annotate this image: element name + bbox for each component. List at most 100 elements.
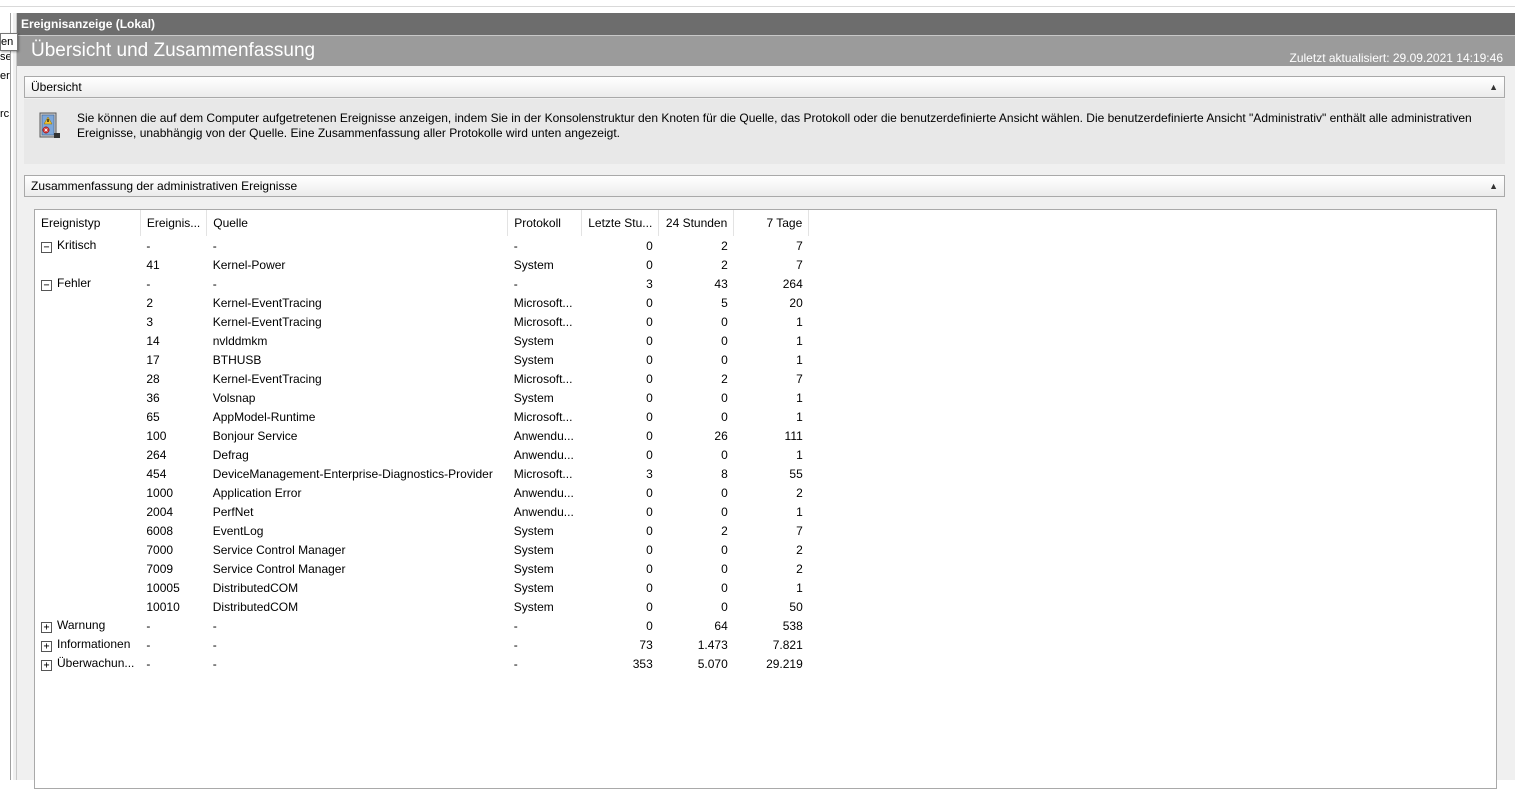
cell-event-id: 7000 bbox=[146, 542, 174, 557]
column-header-last-hour[interactable]: Letzte Stu... bbox=[581, 210, 660, 236]
table-row[interactable]: 454 DeviceManagement-Enterprise-Diagnosti… bbox=[35, 464, 809, 483]
cell-log: - bbox=[513, 656, 518, 671]
cell-7-days: 7 bbox=[796, 523, 803, 538]
table-row[interactable]: 100 Bonjour Service Anwendu... 0 26 111 bbox=[35, 426, 809, 445]
table-row[interactable]: 36 Volsnap System 0 0 1 bbox=[35, 388, 809, 407]
expand-icon[interactable]: + bbox=[41, 660, 52, 671]
cell-24-hours: 43 bbox=[714, 276, 728, 291]
table-row[interactable]: 6008 EventLog System 0 2 7 bbox=[35, 521, 809, 540]
cell-log: Microsoft... bbox=[513, 466, 573, 481]
cell-source: Service Control Manager bbox=[212, 542, 346, 557]
cell-source: Volsnap bbox=[212, 390, 256, 405]
cell-last-hour: 0 bbox=[646, 580, 653, 595]
cell-source: - bbox=[212, 276, 217, 291]
cell-source: AppModel-Runtime bbox=[212, 409, 316, 424]
cell-24-hours: 5.070 bbox=[697, 656, 728, 671]
cell-7-days: 111 bbox=[784, 428, 803, 443]
expand-icon[interactable]: + bbox=[41, 622, 52, 633]
table-header-row: Ereignistyp Ereignis... Quelle Protokoll… bbox=[35, 210, 810, 236]
cell-7-days: 20 bbox=[789, 295, 803, 310]
table-row[interactable]: 10005 DistributedCOM System 0 0 1 bbox=[35, 578, 809, 597]
tree-item-selected[interactable]: en bbox=[0, 33, 18, 51]
table-row[interactable]: 2 Kernel-EventTracing Microsoft... 0 5 20 bbox=[35, 293, 809, 312]
cell-event-type bbox=[35, 483, 140, 502]
column-header-event-id[interactable]: Ereignis... bbox=[140, 210, 208, 236]
column-header-7-days[interactable]: 7 Tage bbox=[733, 210, 810, 236]
table-row[interactable]: 28 Kernel-EventTracing Microsoft... 0 2 7 bbox=[35, 369, 809, 388]
cell-event-id: 41 bbox=[146, 257, 160, 272]
cell-7-days: 1 bbox=[796, 580, 803, 595]
cell-event-type: + Warnung bbox=[35, 616, 140, 635]
collapse-icon[interactable]: ▲ bbox=[1489, 77, 1498, 97]
table-row[interactable]: 7009 Service Control Manager System 0 0 2 bbox=[35, 559, 809, 578]
cell-7-days: 2 bbox=[796, 542, 803, 557]
tree-item-fragment[interactable]: se bbox=[0, 51, 10, 63]
cell-7-days: 1 bbox=[796, 409, 803, 424]
cell-last-hour: 0 bbox=[646, 257, 653, 272]
cell-log: Anwendu... bbox=[513, 428, 574, 443]
table-row[interactable]: 264 Defrag Anwendu... 0 0 1 bbox=[35, 445, 809, 464]
cell-7-days: 55 bbox=[789, 466, 803, 481]
table-group-row[interactable]: − Kritisch - - -0 2 7 bbox=[35, 236, 809, 255]
cell-last-hour: 353 bbox=[632, 656, 653, 671]
cell-24-hours: 0 bbox=[721, 314, 728, 329]
summary-header-label: Zusammenfassung der administrativen Erei… bbox=[31, 179, 298, 193]
cell-source: PerfNet bbox=[212, 504, 254, 519]
cell-event-type bbox=[35, 597, 140, 616]
column-header-24-hours[interactable]: 24 Stunden bbox=[658, 210, 735, 236]
table-row[interactable]: 10010 DistributedCOM System 0 0 50 bbox=[35, 597, 809, 616]
table-row[interactable]: 41 Kernel-Power System 0 2 7 bbox=[35, 255, 809, 274]
tree-item-fragment[interactable]: rc bbox=[0, 108, 9, 120]
event-type-label: Informationen bbox=[57, 637, 131, 651]
cell-log: Microsoft... bbox=[513, 314, 573, 329]
cell-last-hour: 0 bbox=[646, 561, 653, 576]
cell-event-type bbox=[35, 426, 140, 445]
console-tree-pane[interactable]: se er rc bbox=[0, 13, 11, 780]
table-group-row[interactable]: − Fehler - - -3 43 264 bbox=[35, 274, 809, 293]
last-updated-label: Zuletzt aktualisiert: 29.09.2021 14:19:4… bbox=[1289, 51, 1503, 65]
cell-event-id: - bbox=[146, 618, 151, 633]
column-header-log[interactable]: Protokoll bbox=[507, 210, 583, 236]
cell-7-days: 1 bbox=[796, 447, 803, 462]
table-row[interactable]: 2004 PerfNet Anwendu... 0 0 1 bbox=[35, 502, 809, 521]
table-row[interactable]: 1000 Application Error Anwendu... 0 0 2 bbox=[35, 483, 809, 502]
summary-table[interactable]: Ereignistyp Ereignis... Quelle Protokoll… bbox=[35, 210, 810, 673]
cell-event-type bbox=[35, 540, 140, 559]
cell-last-hour: 0 bbox=[646, 333, 653, 348]
cell-event-type: − Fehler bbox=[35, 274, 140, 293]
cell-log: System bbox=[513, 561, 554, 576]
cell-source: DeviceManagement-Enterprise-Diagnostics-… bbox=[212, 466, 493, 481]
table-row[interactable]: 14 nvlddmkm System 0 0 1 bbox=[35, 331, 809, 350]
summary-section-header[interactable]: Zusammenfassung der administrativen Erei… bbox=[24, 175, 1505, 197]
overview-section-header[interactable]: Übersicht ▲ bbox=[24, 76, 1505, 98]
table-group-row[interactable]: + Überwachun... - - -353 5.070 29.219 bbox=[35, 654, 809, 673]
tree-item-fragment[interactable]: er bbox=[0, 70, 10, 82]
table-group-row[interactable]: + Warnung - - - 0 64 538 bbox=[35, 616, 809, 635]
expand-icon[interactable]: + bbox=[41, 641, 52, 652]
cell-last-hour: 0 bbox=[646, 447, 653, 462]
summary-table-container[interactable]: Ereignistyp Ereignis... Quelle Protokoll… bbox=[34, 209, 1497, 789]
cell-7-days: 264 bbox=[782, 276, 803, 291]
cell-source: - bbox=[212, 238, 217, 253]
cell-event-type bbox=[35, 407, 140, 426]
cell-log: System bbox=[513, 333, 554, 348]
cell-event-id: 264 bbox=[146, 447, 167, 462]
table-group-row[interactable]: + Informationen - - - 73 1.473 7.821 bbox=[35, 635, 809, 654]
cell-last-hour: 0 bbox=[646, 390, 653, 405]
table-row[interactable]: 3 Kernel-EventTracing Microsoft... 0 0 1 bbox=[35, 312, 809, 331]
table-row[interactable]: 7000 Service Control Manager System 0 0 2 bbox=[35, 540, 809, 559]
cell-event-id: 10005 bbox=[146, 580, 180, 595]
cell-log: - bbox=[513, 238, 518, 253]
table-row[interactable]: 17 BTHUSB System 0 0 1 bbox=[35, 350, 809, 369]
cell-7-days: 1 bbox=[796, 352, 803, 367]
collapse-icon[interactable]: ▲ bbox=[1489, 176, 1498, 196]
cell-event-type bbox=[35, 350, 140, 369]
collapse-tree-icon[interactable]: − bbox=[41, 280, 52, 291]
cell-7-days: 2 bbox=[796, 561, 803, 576]
column-header-event-type[interactable]: Ereignistyp bbox=[35, 210, 141, 236]
table-row[interactable]: 65 AppModel-Runtime Microsoft... 0 0 1 bbox=[35, 407, 809, 426]
cell-log: Microsoft... bbox=[513, 295, 573, 310]
collapse-tree-icon[interactable]: − bbox=[41, 242, 52, 253]
column-header-source[interactable]: Quelle bbox=[206, 210, 509, 236]
cell-log: Anwendu... bbox=[513, 447, 574, 462]
